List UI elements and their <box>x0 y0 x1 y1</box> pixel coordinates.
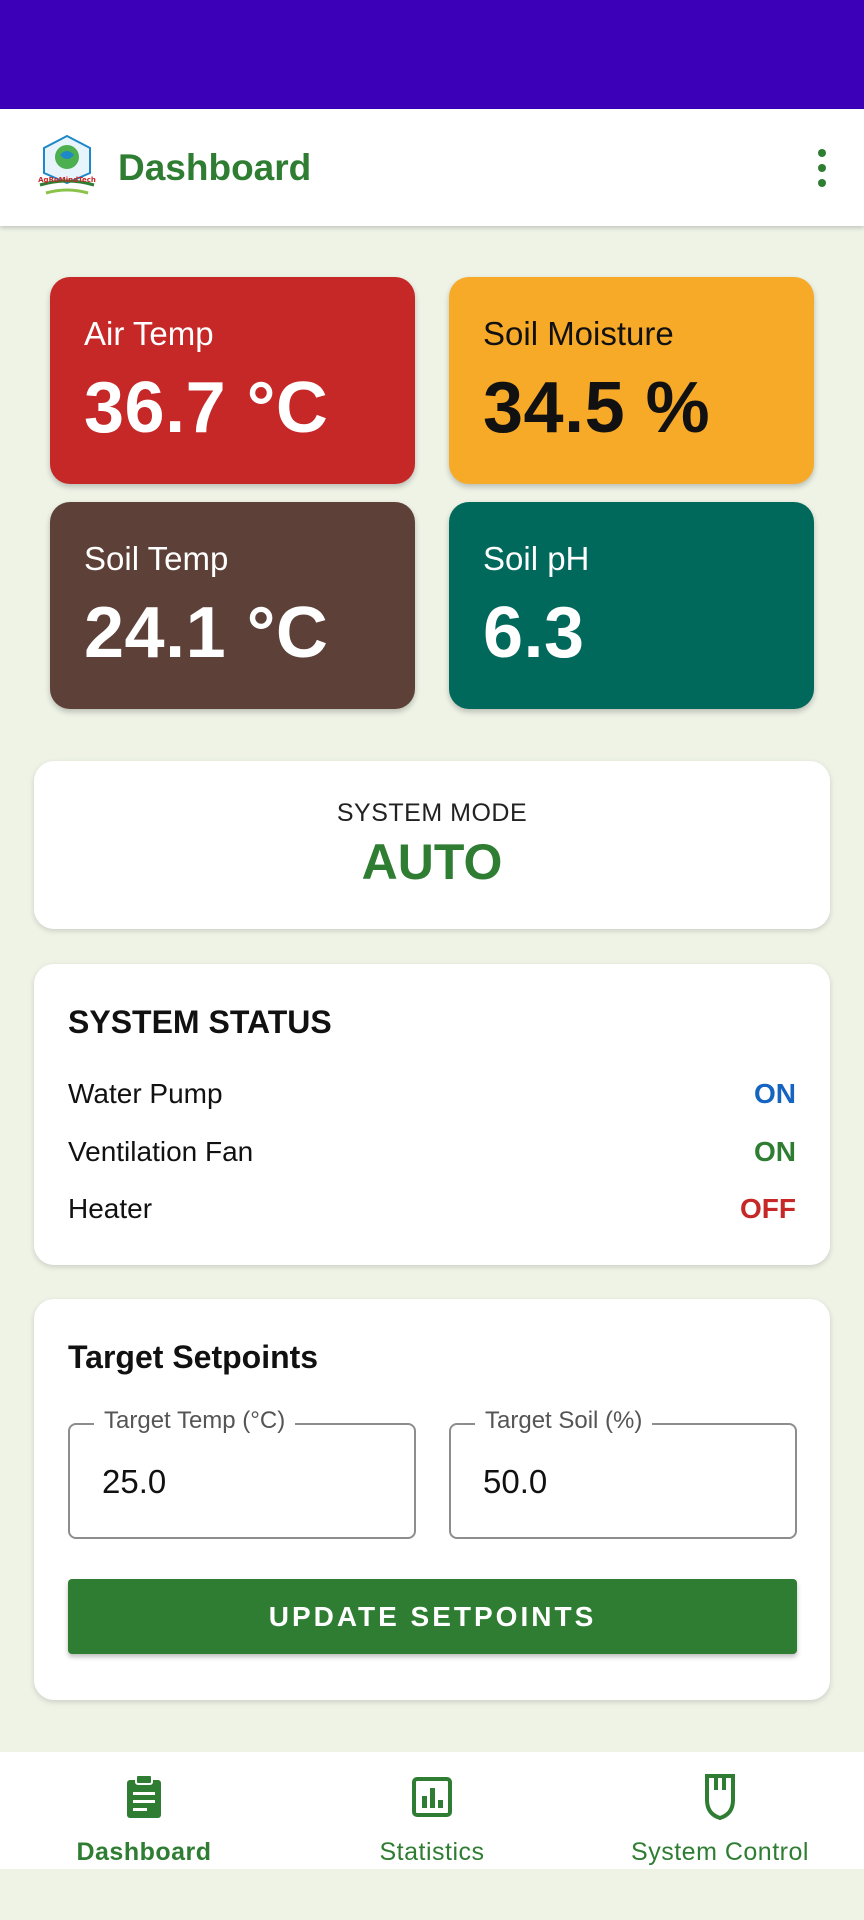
status-value: OFF <box>740 1193 796 1224</box>
target-temp-field[interactable]: Target Temp (°C) <box>68 1407 416 1539</box>
status-name: Water Pump <box>68 1078 223 1109</box>
bottom-navigation: Dashboard Statistics System Control <box>0 1752 864 1869</box>
status-row-ventilation-fan: Ventilation Fan ON <box>68 1136 796 1176</box>
status-row-water-pump: Water Pump ON <box>68 1078 796 1118</box>
air-temp-card: Air Temp 36.7 °C <box>50 277 415 484</box>
air-temp-label: Air Temp <box>84 315 214 352</box>
target-temp-label: Target Temp (°C) <box>94 1407 296 1435</box>
more-vert-icon <box>818 149 826 157</box>
soil-ph-card: Soil pH 6.3 <box>449 502 814 709</box>
target-temp-input[interactable] <box>102 1463 382 1501</box>
soil-moisture-label: Soil Moisture <box>483 315 674 352</box>
status-value: ON <box>754 1136 796 1167</box>
soil-temp-value: 24.1 °C <box>84 593 329 673</box>
status-row-heater: Heater OFF <box>68 1193 796 1233</box>
system-mode-caption: SYSTEM MODE <box>336 799 528 827</box>
soil-temp-card: Soil Temp 24.1 °C <box>50 502 415 709</box>
status-name: Heater <box>68 1193 153 1224</box>
soil-ph-value: 6.3 <box>483 593 585 673</box>
soil-temp-label: Soil Temp <box>84 540 229 577</box>
nav-system-control[interactable]: System Control <box>576 1752 864 1869</box>
soil-moisture-card: Soil Moisture 34.5 % <box>449 277 814 484</box>
setpoints-title: Target Setpoints <box>68 1339 319 1375</box>
app-bar: AgRoMindTech Dashboard <box>0 109 864 226</box>
target-soil-label: Target Soil (%) <box>475 1407 653 1435</box>
status-name: Ventilation Fan <box>68 1136 254 1167</box>
nav-label: Dashboard <box>76 1838 212 1866</box>
chart-icon <box>412 1777 452 1817</box>
plug-icon <box>705 1774 735 1821</box>
setpoints-card: Target Setpoints Target Temp (°C) Target… <box>34 1299 830 1700</box>
overflow-menu-button[interactable] <box>802 143 842 193</box>
svg-text:AgRoMindTech: AgRoMindTech <box>38 176 96 184</box>
target-soil-field[interactable]: Target Soil (%) <box>449 1407 797 1539</box>
nav-statistics[interactable]: Statistics <box>288 1752 576 1869</box>
status-bar <box>0 0 864 109</box>
soil-moisture-value: 34.5 % <box>483 368 711 448</box>
system-mode-value: AUTO <box>361 834 503 890</box>
system-mode-card: SYSTEM MODE AUTO <box>34 761 830 929</box>
soil-ph-label: Soil pH <box>483 540 590 577</box>
app-logo: AgRoMindTech <box>38 134 96 195</box>
status-value: ON <box>754 1078 796 1109</box>
page-title: Dashboard <box>118 147 312 188</box>
air-temp-value: 36.7 °C <box>84 368 329 448</box>
nav-dashboard[interactable]: Dashboard <box>0 1752 288 1869</box>
update-setpoints-button[interactable]: UPDATE SETPOINTS <box>68 1579 797 1654</box>
nav-label: Statistics <box>379 1838 485 1866</box>
clipboard-icon <box>127 1774 161 1818</box>
system-status-card: SYSTEM STATUS Water Pump ON Ventilation … <box>34 964 830 1265</box>
target-soil-input[interactable] <box>483 1463 763 1501</box>
system-status-title: SYSTEM STATUS <box>68 1004 332 1040</box>
nav-label: System Control <box>631 1838 809 1866</box>
